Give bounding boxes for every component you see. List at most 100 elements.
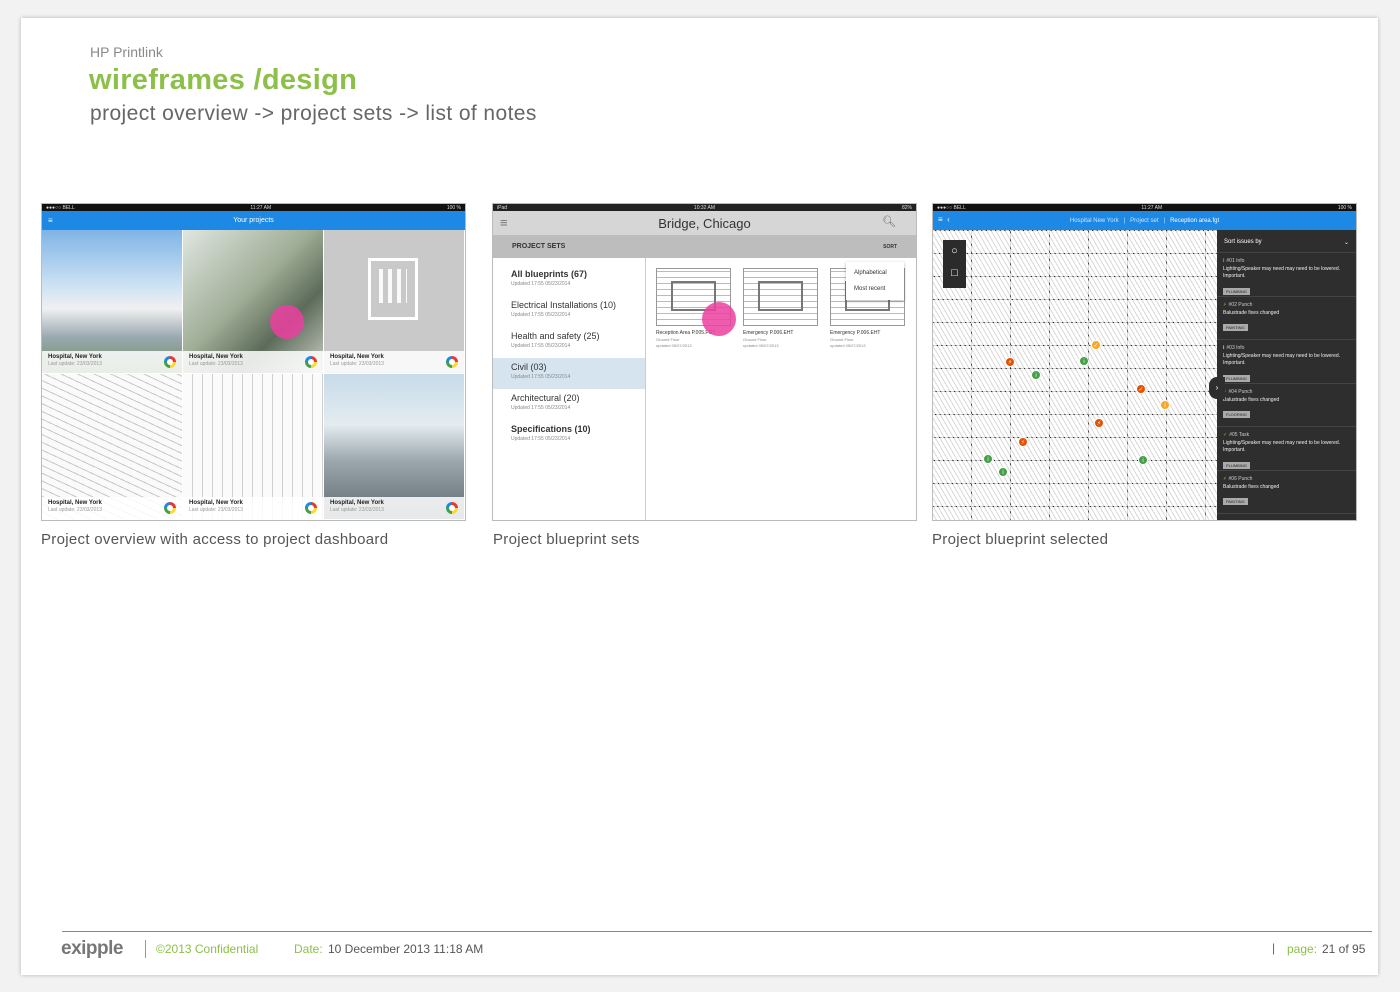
info-icon: i — [1223, 258, 1225, 264]
footer-date-label: Date: — [294, 942, 323, 956]
project-tile[interactable]: Hospital, New York Last update: 23/03/20… — [183, 374, 324, 520]
issue-text: Lighting/Speaker may need may need to be… — [1223, 440, 1341, 453]
issue-pin-icon[interactable]: i — [1079, 356, 1089, 366]
tile-updated: Last update: 23/03/2013 — [330, 361, 384, 367]
blueprint-canvas[interactable]: ○ □ ⚡ i ✓ i ✓ i ⚡ ⚡ i i i — [933, 230, 1217, 520]
tile-name: Hospital, New York — [48, 354, 102, 360]
set-item[interactable]: Health and safety (25) Updated 17:55 05/… — [493, 327, 645, 358]
issue-item[interactable]: i #01 Info Lighting/Speaker may need may … — [1217, 253, 1356, 297]
circle-tool-icon[interactable]: ○ — [943, 240, 966, 262]
info-icon: i — [1223, 345, 1225, 351]
sort-button[interactable]: SORT — [883, 244, 897, 250]
issue-text: Balustrade fixes changed — [1223, 396, 1280, 403]
project-tile[interactable]: Hospital, New York Last update: 23/03/20… — [324, 230, 465, 374]
issue-label: #02 Punch — [1228, 301, 1253, 308]
issue-pin-icon[interactable]: ⚡ — [1018, 437, 1028, 447]
issue-text: Balustrade fixes changed — [1223, 483, 1280, 490]
set-item[interactable]: All blueprints (67) Updated 17:55 05/23/… — [493, 265, 645, 296]
blueprint-thumb[interactable]: Reception Area P.005.FGT Ground Floor up… — [656, 268, 736, 511]
project-tile[interactable]: Hospital, New York Last update: 23/03/20… — [183, 230, 324, 374]
blueprint-thumb[interactable]: Emergency P.006.EHT Ground Floor updated… — [830, 268, 905, 511]
issue-pin-icon[interactable]: ✓ — [1136, 384, 1146, 394]
issue-tag: PAINTING — [1223, 324, 1248, 332]
set-name: Specifications (10) — [511, 424, 591, 434]
issue-number: ⚡#04 Punch — [1223, 389, 1350, 395]
project-tile[interactable]: Hospital, New York Last update: 23/03/20… — [42, 230, 183, 374]
breadcrumb-item[interactable]: Project set — [1130, 218, 1158, 224]
issue-number: ⚡ #02 Punch — [1223, 302, 1350, 308]
time-label: 11:27 AM — [1141, 204, 1163, 211]
status-bar: ●●●○○ BELL 11:27 AM 100 % — [933, 204, 1356, 211]
issue-tag: PLUMBING — [1223, 461, 1250, 469]
brand-label: HP Printlink — [90, 44, 163, 60]
issue-item[interactable]: ✓ #05 Task Lighting/Speaker may need may … — [1217, 427, 1356, 471]
battery-label: 100 % — [446, 204, 461, 211]
footer-page-number: 21 of 95 — [1322, 942, 1366, 956]
issue-item[interactable]: ⚡ #02 Punch Balustrade fixes changed PAIN… — [1217, 297, 1356, 340]
issues-sort-header[interactable]: Sort issues by ⌄ — [1217, 233, 1356, 253]
issue-tag: PLUMBING — [1223, 287, 1250, 295]
battery-label: 82% — [901, 204, 912, 211]
blueprint-image — [743, 268, 818, 326]
set-updated: Updated 17:55 05/23/2014 — [511, 436, 571, 442]
chevron-down-icon: ⌄ — [1343, 240, 1349, 246]
footer-page-label: page: — [1287, 942, 1318, 956]
blueprint-floor: Ground Floor — [743, 337, 767, 342]
tile-updated: Last update: 23/03/2013 — [48, 507, 102, 513]
issue-pin-icon[interactable]: i — [998, 467, 1008, 477]
caption-blueprint-selected: Project blueprint selected — [932, 531, 1109, 548]
blueprint-floor: Ground Floor — [830, 337, 854, 342]
status-bar: ●●●○○ BELL 11:27 AM 100 % — [42, 204, 465, 211]
issue-item[interactable]: ⚡#04 Punch Balustrade fixes changed FLOO… — [1217, 384, 1356, 427]
issue-pin-icon[interactable]: ✓ — [1091, 340, 1101, 350]
slide-title: wireframes /design — [89, 64, 358, 96]
issue-pin-icon[interactable]: ⚡ — [1094, 418, 1104, 428]
tile-info: Hospital, New York Last update: 23/03/20… — [183, 497, 323, 519]
header-title: Bridge, Chicago — [658, 215, 751, 231]
time-label: 10:32 AM — [693, 204, 716, 211]
sets-toolbar: PROJECT SETS SORT — [493, 235, 916, 258]
panel-toggle-icon[interactable]: › — [1209, 377, 1225, 399]
sort-option-most-recent[interactable]: Most recent — [846, 281, 904, 297]
project-tile[interactable]: Hospital, New York Last update: 23/03/20… — [324, 374, 465, 520]
issue-pin-icon[interactable]: i — [1031, 370, 1041, 380]
tile-updated: Last update: 23/03/2013 — [189, 507, 243, 513]
tile-info: Hospital, New York Last update: 23/03/20… — [324, 497, 464, 519]
menu-icon[interactable]: ≡ — [500, 215, 508, 230]
set-item[interactable]: Electrical Installations (10) Updated 17… — [493, 296, 645, 327]
blueprint-thumb[interactable]: Emergency P.006.EHT Ground Floor updated… — [743, 268, 818, 511]
issue-pin-icon[interactable]: ⚡ — [1005, 357, 1015, 367]
tile-name: Hospital, New York — [189, 354, 243, 360]
panel-title: Sort issues by — [1224, 239, 1262, 245]
progress-ring-icon — [305, 502, 317, 514]
menu-back-icons[interactable]: ≡ ‹ — [938, 215, 950, 224]
breadcrumb-item[interactable]: Hospital New York — [1070, 218, 1119, 224]
set-updated: Updated 17:55 05/23/2014 — [511, 374, 571, 380]
sort-option-alphabetical[interactable]: Alphabetical — [846, 265, 904, 281]
set-item-selected[interactable]: Civil (03) Updated 17:55 05/23/2014 — [493, 358, 645, 389]
issue-label: #04 Punch — [1228, 388, 1253, 395]
set-item[interactable]: Architectural (20) Updated 17:55 05/23/2… — [493, 389, 645, 420]
issue-tag: FLOORING — [1223, 411, 1250, 419]
set-name: Electrical Installations (10) — [511, 300, 617, 310]
menu-icon[interactable]: ≡ — [48, 216, 53, 225]
blueprint-updated: updated 05/07/2013 — [656, 343, 692, 348]
app-bar-title: Your projects — [233, 217, 274, 224]
building-placeholder-icon — [368, 258, 418, 320]
issue-pin-icon[interactable]: i — [1138, 455, 1148, 465]
search-icon[interactable]: 🔍︎ — [882, 215, 896, 228]
project-grid: Hospital, New York Last update: 23/03/20… — [42, 230, 465, 520]
footer-separator — [145, 940, 146, 958]
project-tile[interactable]: Hospital, New York Last update: 23/03/20… — [42, 374, 183, 520]
footer-confidential: ©2013 Confidential — [156, 942, 259, 956]
issue-pin-icon[interactable]: i — [1160, 400, 1170, 410]
issue-item[interactable]: i #03 Info Lighting/Speaker may need may … — [1217, 340, 1356, 384]
app-header: ≡ Bridge, Chicago 🔍︎ — [493, 211, 916, 235]
issue-pin-icon[interactable]: i — [983, 454, 993, 464]
blueprint-name: Emergency P.006.EHT — [830, 330, 881, 336]
set-item[interactable]: Specifications (10) Updated 17:55 05/23/… — [493, 420, 645, 451]
set-updated: Updated 17:55 05/23/2014 — [511, 405, 571, 411]
square-tool-icon[interactable]: □ — [943, 262, 966, 284]
battery-label: 100 % — [1337, 204, 1352, 211]
issue-item[interactable]: ⚡ #06 Punch Balustrade fixes changed PAIN… — [1217, 471, 1356, 514]
